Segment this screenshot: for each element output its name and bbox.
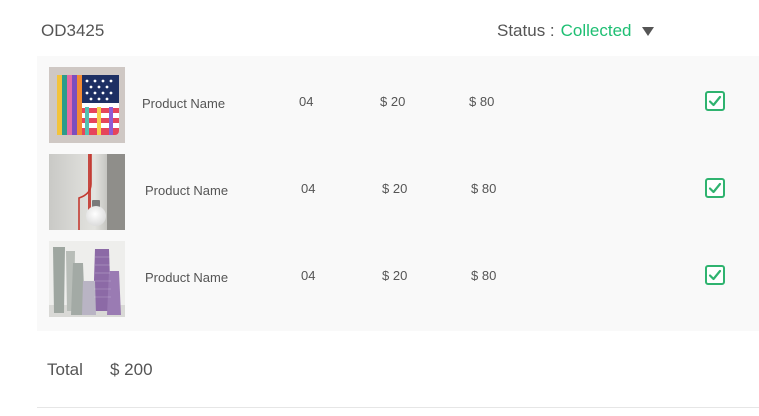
order-item-row: Product Name 04 $ 20 $ 80 — [37, 240, 759, 320]
check-icon — [708, 182, 722, 194]
total-label: Total — [47, 360, 83, 379]
line-total: $ 80 — [469, 94, 495, 109]
product-image-ceramic-vases — [49, 241, 125, 317]
order-item-row: Product Name 04 $ 20 $ 80 — [37, 153, 759, 233]
item-checkbox[interactable] — [705, 178, 725, 198]
check-icon — [708, 269, 722, 281]
item-checkbox[interactable] — [705, 91, 725, 111]
product-image-pendant-bulb-lamp — [49, 154, 125, 230]
order-id: OD3425 — [41, 21, 105, 40]
order-card: OD3425 Status : Collected Product Name 0… — [0, 0, 759, 416]
unit-price: $ 20 — [380, 94, 406, 109]
product-name: Product Name — [145, 183, 229, 198]
quantity: 04 — [301, 268, 316, 283]
product-name: Product Name — [142, 96, 226, 111]
quantity: 04 — [299, 94, 314, 109]
order-items-panel: Product Name 04 $ 20 $ 80 Product Name 0… — [37, 56, 759, 331]
order-item-row: Product Name 04 $ 20 $ 80 — [37, 66, 759, 146]
unit-price: $ 20 — [382, 268, 408, 283]
quantity: 04 — [301, 181, 316, 196]
product-name: Product Name — [145, 270, 229, 285]
status-dropdown[interactable]: Status : Collected — [497, 21, 654, 41]
check-icon — [708, 95, 722, 107]
line-total: $ 80 — [471, 268, 497, 283]
total-value: $ 200 — [110, 360, 153, 379]
caret-down-icon[interactable] — [641, 27, 654, 36]
unit-price: $ 20 — [382, 181, 408, 196]
line-total: $ 80 — [471, 181, 497, 196]
status-label: Status : — [497, 21, 555, 40]
item-checkbox[interactable] — [705, 265, 725, 285]
status-value: Collected — [560, 21, 632, 40]
divider — [37, 407, 759, 408]
product-image-patterned-cushion — [49, 67, 125, 143]
